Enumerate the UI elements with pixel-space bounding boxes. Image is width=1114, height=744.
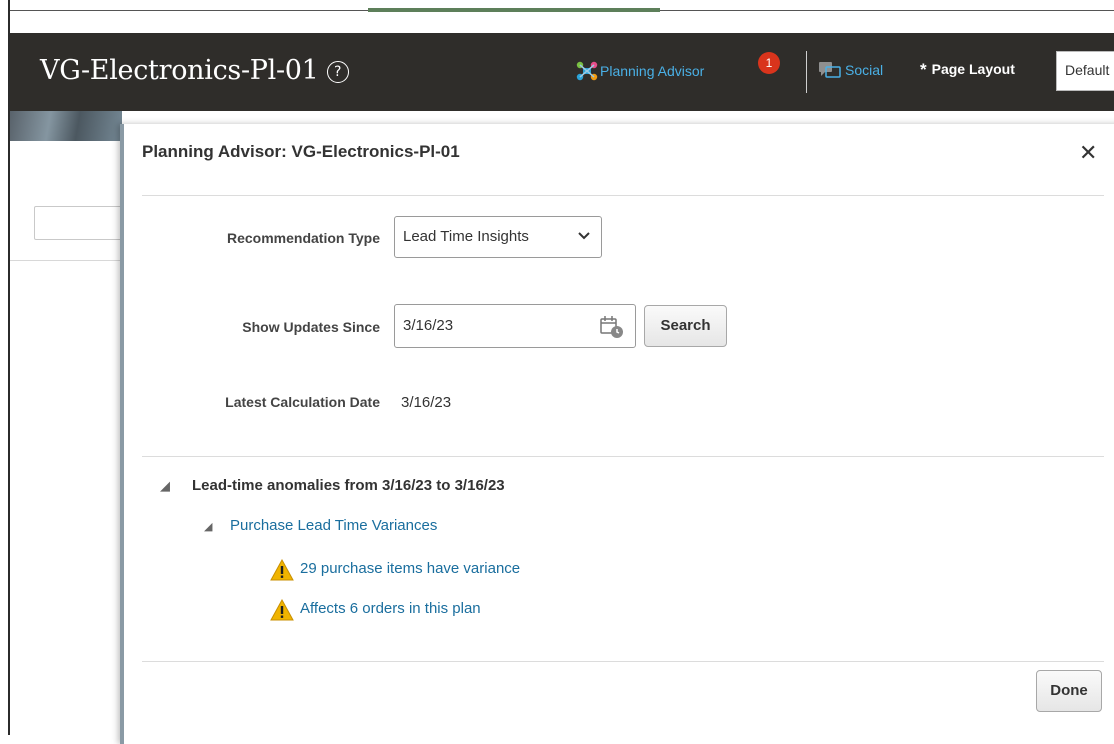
planning-advisor-label: Planning Advisor [600,63,705,79]
page-title: VG-Electronics-Pl-01? [40,55,349,86]
show-updates-since-value: 3/16/23 [403,317,454,334]
required-marker: * [920,60,927,79]
planning-advisor-link[interactable]: Planning Advisor [576,61,704,81]
background-banner [10,111,122,141]
page-layout-select[interactable]: Default [1056,51,1114,91]
purchase-items-variance-link[interactable]: 29 purchase items have variance [300,560,520,577]
dialog-header-divider [142,195,1104,196]
recommendation-type-value: Lead Time Insights [403,228,529,245]
page-layout-label: * Page Layout [920,60,1015,80]
close-icon[interactable]: ✕ [1079,140,1097,166]
dialog-footer-divider [142,661,1104,662]
anomalies-heading: Lead-time anomalies from 3/16/23 to 3/16… [192,477,505,494]
recommendation-type-label: Recommendation Type [227,230,380,246]
collapse-triangle-icon[interactable]: ◢ [204,520,212,533]
dialog-section-divider [142,456,1104,457]
social-link[interactable]: Social [818,61,883,79]
warning-icon [270,599,294,621]
background-divider [10,260,122,261]
header-divider [806,51,807,93]
active-tab-accent [368,8,660,12]
show-updates-since-input[interactable]: 3/16/23 [394,304,636,348]
background-panel [10,141,122,261]
help-icon[interactable]: ? [326,61,349,83]
done-button[interactable]: Done [1036,670,1102,712]
social-icon [819,62,841,78]
planning-advisor-dialog: Planning Advisor: VG-Electronics-Pl-01 ✕… [120,124,1114,744]
page-title-text: VG-Electronics-Pl-01 [40,55,319,86]
social-label: Social [845,62,884,78]
search-button[interactable]: Search [644,305,727,347]
chevron-down-icon [578,232,590,240]
app-header: VG-Electronics-Pl-01? Planning Advisor 1… [10,33,1114,111]
dialog-title: Planning Advisor: VG-Electronics-Pl-01 [142,142,460,161]
warning-icon [270,559,294,581]
planning-advisor-icon [576,61,598,81]
show-updates-since-label: Show Updates Since [242,319,380,335]
collapse-triangle-icon[interactable]: ◢ [160,478,170,494]
latest-calculation-date-value: 3/16/23 [401,394,452,411]
recommendation-type-select[interactable]: Lead Time Insights [394,216,602,258]
page-layout-label-text: Page Layout [931,61,1015,77]
calendar-icon[interactable] [599,314,625,340]
latest-calculation-date-label: Latest Calculation Date [225,394,380,410]
purchase-lead-time-variances-link[interactable]: Purchase Lead Time Variances [230,517,437,534]
affected-orders-link[interactable]: Affects 6 orders in this plan [300,600,481,617]
notification-badge[interactable]: 1 [758,52,780,74]
